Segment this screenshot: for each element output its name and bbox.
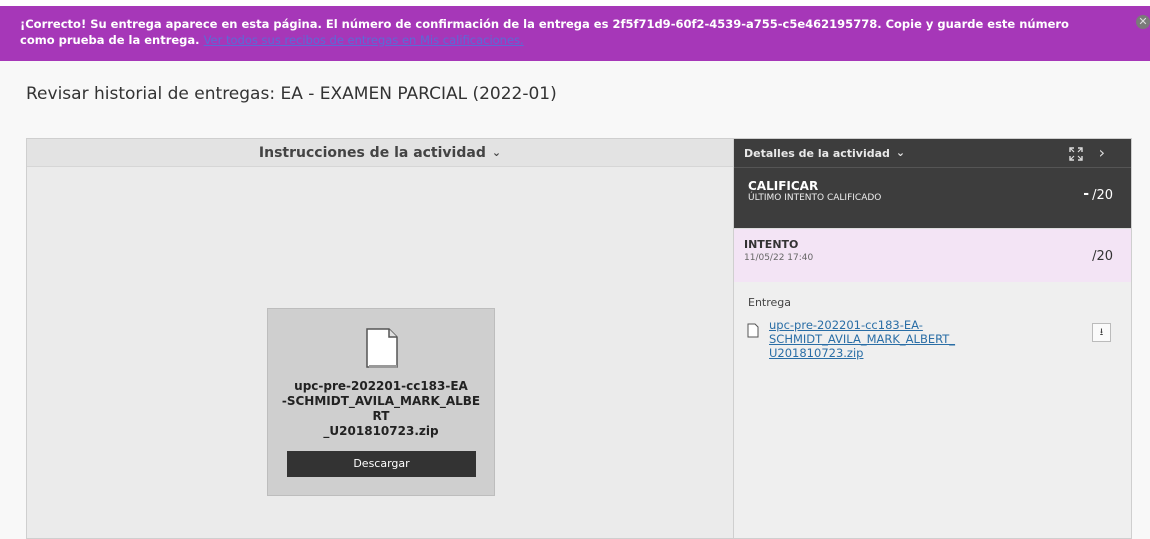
instructions-header-label: Instrucciones de la actividad: [258, 145, 486, 161]
document-icon: [747, 323, 759, 338]
download-button[interactable]: Descargar: [287, 451, 476, 477]
attempt-title: INTENTO: [744, 238, 799, 251]
instructions-header[interactable]: Instrucciones de la actividad ⌄: [27, 139, 733, 167]
expand-icon[interactable]: [1069, 147, 1083, 161]
attempt-date: 11/05/22 17:40: [744, 253, 814, 263]
success-banner: ¡Correcto! Su entrega aparece en esta pá…: [0, 6, 1150, 61]
chevron-down-icon: ⌄: [491, 146, 502, 159]
instructions-panel: Instrucciones de la actividad ⌄ upc-pre-2…: [26, 138, 734, 539]
file-preview-card: upc-pre-202201-cc183-EA -SCHMIDT_AVILA_MA…: [267, 308, 495, 496]
file-name: upc-pre-202201-cc183-EA -SCHMIDT_AVILA_MA…: [281, 379, 481, 438]
grade-value: /20: [1092, 188, 1113, 203]
submission-file-link[interactable]: upc-pre-202201-cc183-EA-SCHMIDT_AVILA_MA…: [769, 318, 1089, 360]
grade-title: CALIFICAR: [748, 179, 819, 193]
activity-details-panel: Detalles de la actividad ⌄ › CALIFICAR ÚL…: [734, 138, 1132, 539]
attempt-value: /20: [1092, 249, 1113, 264]
grade-subtitle: ÚLTIMO INTENTO CALIFICADO: [748, 193, 882, 203]
page-title: Revisar historial de entregas: EA - EXAM…: [26, 84, 557, 104]
submission-label: Entrega: [748, 296, 792, 309]
file-icon: [366, 328, 398, 368]
banner-message: ¡Correcto! Su entrega aparece en esta pá…: [20, 17, 1069, 47]
details-header[interactable]: Detalles de la actividad ⌄ ›: [734, 139, 1131, 167]
close-icon[interactable]: ✕: [1136, 15, 1150, 29]
receipts-link[interactable]: Ver todos sus recibos de entregas en Mis…: [204, 33, 524, 47]
grade-dash: -: [1083, 186, 1089, 202]
download-icon[interactable]: ⭳: [1092, 323, 1111, 342]
chevron-down-icon: ⌄: [895, 146, 906, 159]
details-header-label: Detalles de la actividad: [744, 147, 890, 160]
chevron-right-icon[interactable]: ›: [1099, 139, 1105, 167]
attempt-row[interactable]: INTENTO 11/05/22 17:40 /20: [734, 228, 1131, 282]
grade-section: CALIFICAR ÚLTIMO INTENTO CALIFICADO - /2…: [734, 167, 1131, 228]
